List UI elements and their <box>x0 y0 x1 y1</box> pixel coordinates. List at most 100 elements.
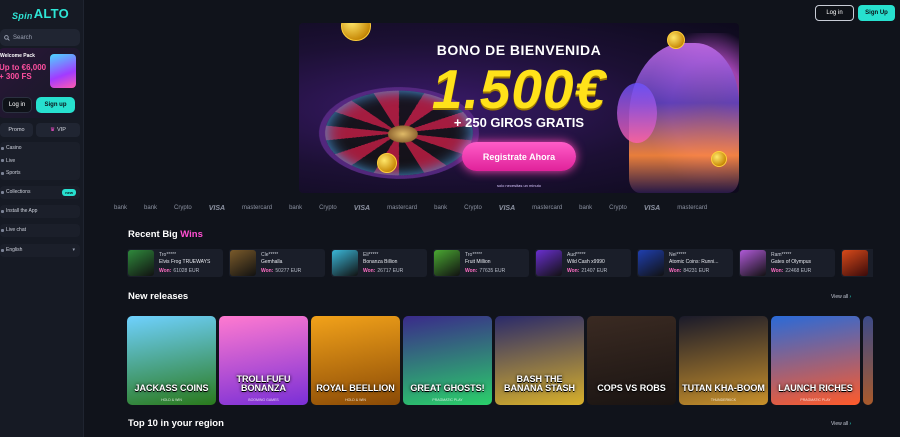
recent-win-card[interactable]: Tro***** Elvis Frog TRUEWAYS Won: 61028 EUR <box>127 249 223 277</box>
provider-logo: VISA <box>498 204 516 212</box>
language-select[interactable]: English ▾ <box>0 244 80 257</box>
recent-win-card[interactable]: Nei***** Atomic Coins: Runni... Won: 84231 … <box>637 249 733 277</box>
provider-logo: Crypto <box>609 205 627 211</box>
sidebar-item-live-chat[interactable]: Live chat <box>0 224 80 237</box>
new-releases-title: New releases <box>128 291 189 302</box>
top10-view-all[interactable]: View all › <box>831 421 851 427</box>
win-game: Wild Cash x9990 <box>567 259 605 265</box>
recent-wins-list: Tro***** Elvis Frog TRUEWAYS Won: 61028 EUR… <box>127 249 873 277</box>
promo-title: Welcome Pack <box>0 53 35 59</box>
sidebar-signup-button[interactable]: Sign up <box>36 97 75 113</box>
vip-button[interactable]: ♛ VIP <box>36 123 80 137</box>
provider-logo: VISA <box>208 204 226 212</box>
language-group: English ▾ <box>0 244 80 257</box>
win-amount-value: 21407 EUR <box>581 268 608 274</box>
sidebar-item-install-app[interactable]: Install the App <box>0 205 80 218</box>
logo-alto: ALTO <box>33 6 70 21</box>
payment-providers-strip: bank bank Crypto VISA mastercard bank Crypto VI… <box>114 202 874 214</box>
recent-win-card[interactable]: Eli***** Bonanza Billion Won: 26717 EUR <box>331 249 427 277</box>
won-label: Won: <box>363 268 376 274</box>
hero-amount: 1.500€ <box>431 58 607 120</box>
win-user: Tro***** <box>159 252 177 258</box>
game-provider: PRAGMATIC PLAY <box>432 398 463 402</box>
win-user: Aud***** <box>567 252 586 258</box>
recent-win-card[interactable]: Cle***** Gemhalla Won: 50277 EUR <box>229 249 325 277</box>
game-card[interactable]: ROYAL BEELLION HOLD & WIN <box>311 316 400 405</box>
new-releases-list: JACKASS COINS HOLD & WIN TROLLFUFU BONANZA… <box>127 316 873 405</box>
win-amount-value: 50277 EUR <box>275 268 302 274</box>
game-card[interactable]: LAUNCH RICHES PRAGMATIC PLAY <box>771 316 860 405</box>
chevron-right-icon: › <box>849 421 852 427</box>
header-login-button[interactable]: Log in <box>815 5 854 21</box>
game-card[interactable]: BASH THE BANANA STASH <box>495 316 584 405</box>
won-label: Won: <box>567 268 580 274</box>
win-amount: Won: 22468 EUR <box>771 268 811 274</box>
recent-win-card[interactable]: Tro***** Fruit Million Won: 77635 EUR <box>433 249 529 277</box>
game-thumbnail <box>434 250 460 276</box>
sidebar-item-live[interactable]: Live <box>0 155 80 168</box>
search-icon <box>4 34 10 41</box>
sidebar-item-collections[interactable]: Collections new <box>0 186 80 199</box>
game-card[interactable]: TUTAN KHA-BOOM THUNDERKICK <box>679 316 768 405</box>
won-label: Won: <box>159 268 172 274</box>
game-title: COPS VS ROBS <box>597 383 666 393</box>
win-game: Gemhalla <box>261 259 283 265</box>
provider-logo: bank <box>144 205 158 211</box>
win-amount-value: 84231 EUR <box>683 268 710 274</box>
win-amount: Won: 84231 EUR <box>669 268 709 274</box>
game-title: TUTAN KHA-BOOM <box>682 383 765 393</box>
provider-logo: mastercard <box>677 205 708 211</box>
register-button[interactable]: Registrate Ahora <box>462 142 576 171</box>
sidebar: Spin ALTO Search Welcome Pack Up to €6,00… <box>0 0 84 437</box>
sidebar-item-casino[interactable]: Casino <box>0 142 80 155</box>
game-thumbnail <box>740 250 766 276</box>
recent-win-card[interactable] <box>841 249 873 277</box>
won-label: Won: <box>261 268 274 274</box>
sidebar-item-label: Install the App <box>6 208 38 215</box>
promo-amount: Up to €6,000 + 300 FS <box>0 63 46 81</box>
game-card[interactable]: TROLLFUFU BONANZA BOOMING GAMES <box>219 316 308 405</box>
win-amount-value: 77635 EUR <box>479 268 506 274</box>
win-game: Bonanza Billion <box>363 259 398 265</box>
game-provider: HOLD & WIN <box>345 398 366 402</box>
search-input[interactable]: Search <box>0 29 80 46</box>
logo-spin: Spin <box>12 11 33 21</box>
win-amount-value: 26717 EUR <box>377 268 404 274</box>
game-title: ROYAL BEELLION <box>316 383 395 393</box>
coin-icon <box>341 23 371 41</box>
view-all-label: View all <box>831 294 849 300</box>
win-amount: Won: 21407 EUR <box>567 268 607 274</box>
promo-line1: Up to €6,000 <box>0 63 47 72</box>
win-game: Fruit Million <box>465 259 491 265</box>
game-card[interactable]: JACKASS COINS HOLD & WIN <box>127 316 216 405</box>
new-releases-view-all[interactable]: View all › <box>831 294 851 300</box>
language-label: English <box>6 247 23 254</box>
chevron-right-icon: › <box>849 294 852 300</box>
game-title: GREAT GHOSTS! <box>410 383 485 393</box>
game-card[interactable] <box>863 316 873 405</box>
game-thumbnail <box>230 250 256 276</box>
game-card[interactable]: GREAT GHOSTS! PRAGMATIC PLAY <box>403 316 492 405</box>
nav-group: Casino Live Sports <box>0 142 80 180</box>
win-amount: Won: 61028 EUR <box>159 268 199 274</box>
win-game: Elvis Frog TRUEWAYS <box>159 259 211 265</box>
sidebar-item-sports[interactable]: Sports <box>0 167 80 180</box>
recent-win-card[interactable]: Aud***** Wild Cash x9990 Won: 21407 EUR <box>535 249 631 277</box>
recent-win-card[interactable]: Ram***** Gates of Olympus Won: 22468 EUR <box>739 249 835 277</box>
provider-logo: mastercard <box>242 205 273 211</box>
header-signup-button[interactable]: Sign Up <box>858 5 895 21</box>
won-label: Won: <box>465 268 478 274</box>
game-card[interactable]: COPS VS ROBS <box>587 316 676 405</box>
hero-banner[interactable]: BONO DE BIENVENIDA 1.500€ + 250 GIROS GR… <box>299 23 739 193</box>
crown-icon: ♛ <box>50 127 56 133</box>
game-thumbnail <box>638 250 664 276</box>
logo[interactable]: Spin ALTO <box>12 5 69 21</box>
won-label: Won: <box>771 268 784 274</box>
sidebar-login-button[interactable]: Log in <box>2 97 32 113</box>
search-placeholder: Search <box>13 34 33 41</box>
promo-button[interactable]: Promo <box>0 123 33 137</box>
sidebar-item-label: Live <box>6 157 16 164</box>
recent-wins-title-text: Recent Big <box>128 229 181 240</box>
game-title: LAUNCH RICHES <box>778 383 853 393</box>
new-badge: new <box>62 189 76 196</box>
